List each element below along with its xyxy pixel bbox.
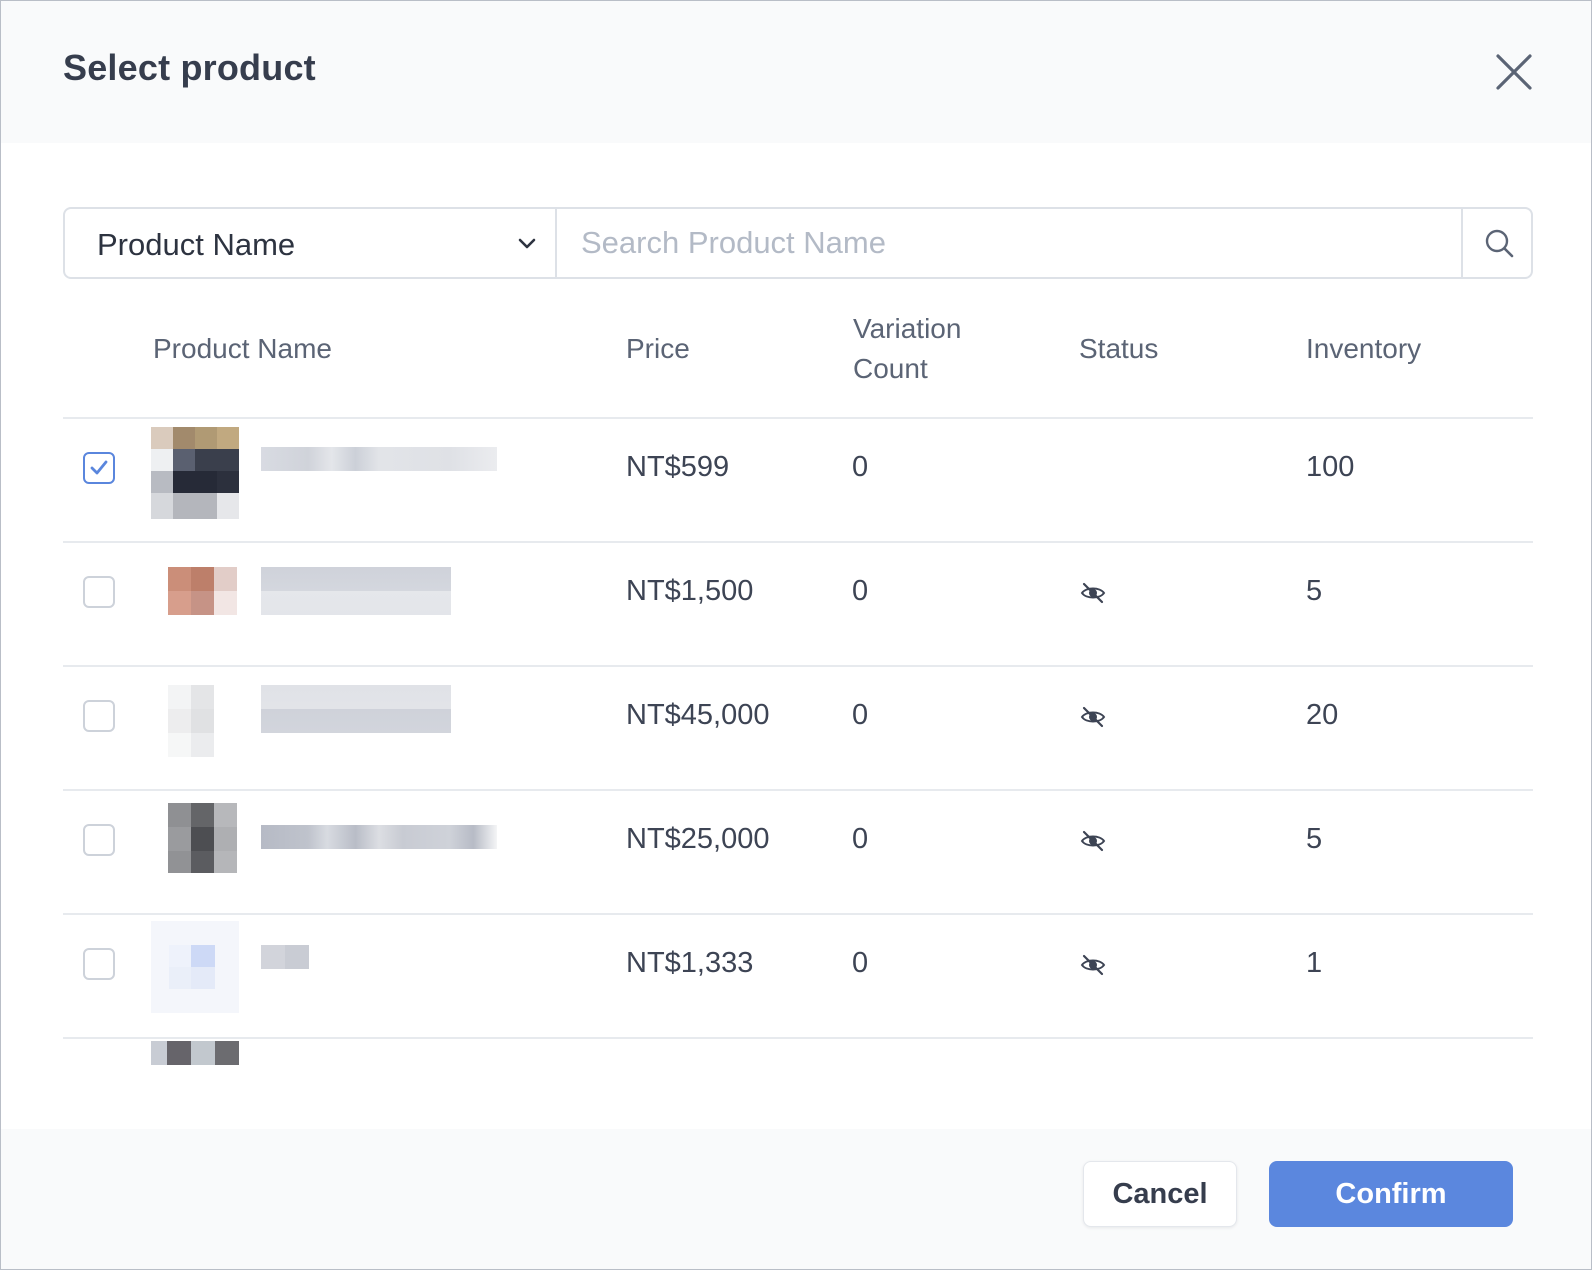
product-inventory: 20 — [1306, 699, 1339, 731]
product-thumbnail — [151, 427, 239, 519]
product-thumbnail — [151, 921, 239, 1013]
row-divider — [63, 1037, 1533, 1039]
column-header-inventory[interactable]: Inventory — [1306, 329, 1421, 369]
dialog-title: Select product — [63, 47, 316, 88]
product-variation-count: 0 — [852, 699, 869, 731]
product-thumbnail — [151, 551, 239, 643]
product-variation-count: 0 — [852, 451, 869, 483]
product-name-redacted — [261, 945, 309, 969]
cancel-button[interactable]: Cancel — [1083, 1161, 1237, 1227]
product-thumbnail — [151, 675, 239, 767]
eye-off-icon — [1080, 706, 1106, 728]
row-checkbox[interactable] — [83, 576, 115, 608]
column-header-product-name[interactable]: Product Name — [153, 329, 332, 369]
checkmark-icon — [90, 460, 108, 475]
product-name-redacted — [261, 685, 451, 733]
row-checkbox[interactable] — [83, 452, 115, 484]
product-price: NT$45,000 — [626, 699, 770, 731]
table-row[interactable]: NT$25,000 0 5 — [63, 791, 1533, 915]
column-header-variation-line1: Variation — [853, 313, 962, 344]
eye-off-icon — [1080, 582, 1106, 604]
row-checkbox[interactable] — [83, 700, 115, 732]
product-variation-count: 0 — [852, 947, 869, 979]
product-price: NT$599 — [626, 451, 730, 483]
product-name-redacted — [261, 825, 497, 849]
product-inventory: 5 — [1306, 823, 1323, 855]
product-name-redacted — [261, 567, 451, 615]
dialog-header: Select product — [1, 1, 1591, 143]
product-variation-count: 0 — [852, 823, 869, 855]
product-price: NT$1,500 — [626, 575, 754, 607]
product-thumbnail-partial — [151, 1041, 239, 1065]
column-header-price[interactable]: Price — [626, 329, 690, 369]
column-header-variation-count[interactable]: Variation Count — [853, 309, 961, 389]
search-button[interactable] — [1461, 209, 1535, 277]
close-icon — [1496, 54, 1532, 90]
table-row[interactable]: NT$1,500 0 5 — [63, 543, 1533, 667]
product-variation-count: 0 — [852, 575, 869, 607]
product-thumbnail — [151, 803, 239, 895]
search-field-select[interactable]: Product Name — [65, 209, 557, 277]
product-price: NT$25,000 — [626, 823, 770, 855]
column-header-variation-line2: Count — [853, 353, 928, 384]
chevron-down-icon — [518, 238, 536, 249]
product-inventory: 1 — [1306, 947, 1323, 979]
product-inventory: 5 — [1306, 575, 1323, 607]
select-product-dialog: Select product Product Name Product Name… — [0, 0, 1592, 1270]
search-input[interactable] — [557, 209, 1453, 277]
table-row[interactable]: NT$1,333 0 1 — [63, 915, 1533, 1039]
search-icon — [1485, 229, 1514, 258]
row-checkbox[interactable] — [83, 824, 115, 856]
table-row[interactable]: NT$45,000 0 20 — [63, 667, 1533, 791]
column-header-status[interactable]: Status — [1079, 329, 1158, 369]
product-price: NT$1,333 — [626, 947, 754, 979]
product-inventory: 100 — [1306, 451, 1355, 483]
close-button[interactable] — [1491, 49, 1537, 95]
confirm-button[interactable]: Confirm — [1269, 1161, 1513, 1227]
eye-off-icon — [1080, 954, 1106, 976]
search-field-selected-value: Product Name — [97, 227, 296, 262]
product-name-redacted — [261, 447, 497, 471]
search-bar: Product Name — [63, 207, 1533, 279]
row-checkbox[interactable] — [83, 948, 115, 980]
eye-off-icon — [1080, 830, 1106, 852]
table-row[interactable]: NT$599 0 100 — [63, 419, 1533, 543]
